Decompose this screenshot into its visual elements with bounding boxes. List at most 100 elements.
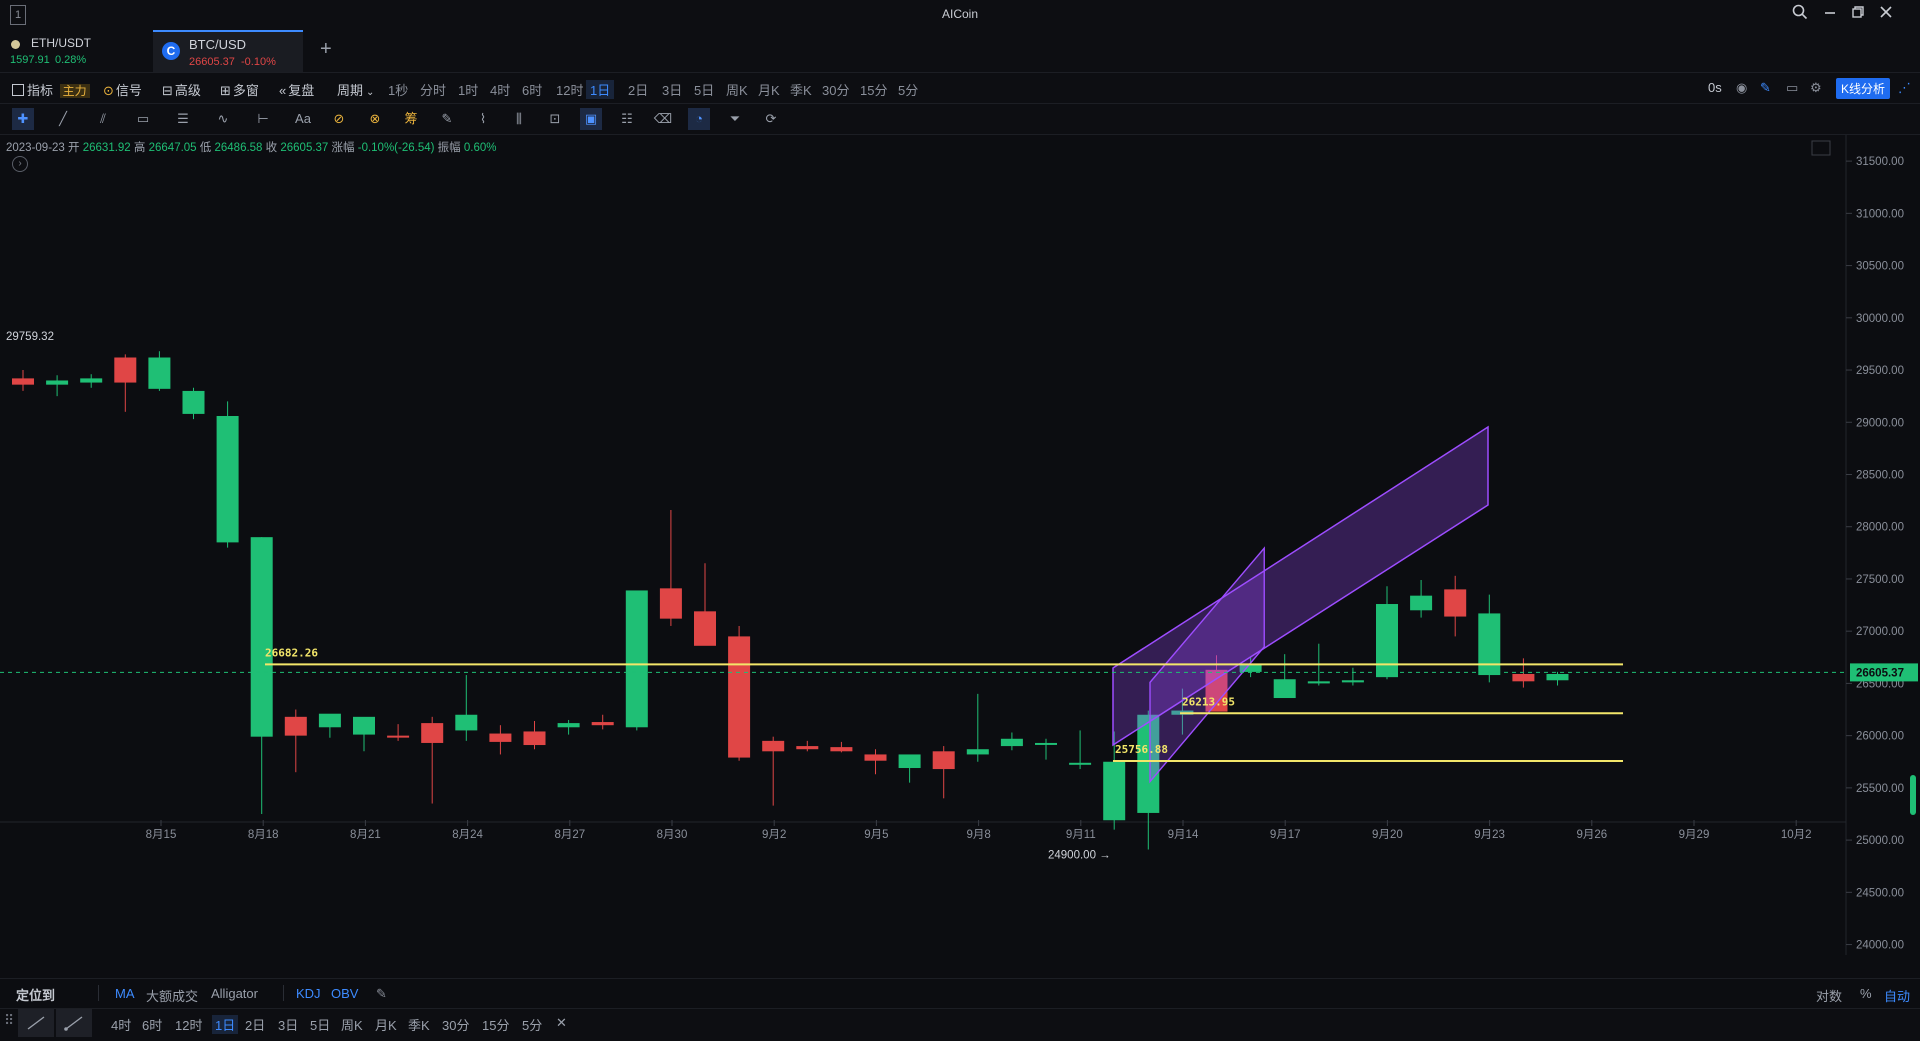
percent-toggle[interactable]: % — [1860, 986, 1872, 1001]
camera-icon[interactable]: ◉ — [1736, 80, 1747, 96]
period-4[interactable]: 6时 — [522, 80, 542, 99]
bottom-period-9[interactable]: 季K — [408, 1015, 430, 1034]
sync-icon[interactable]: ⟳ — [760, 108, 782, 130]
kline-analysis-button[interactable]: K线分析 — [1836, 78, 1891, 99]
wave-icon[interactable]: ∿ — [212, 108, 234, 130]
pen-icon[interactable]: ✎ — [1760, 80, 1771, 96]
period-13[interactable]: 30分 — [822, 80, 849, 99]
multiwindow-button[interactable]: ⊞ 多窗 — [220, 80, 259, 99]
indicator-button[interactable]: 指标 主力 — [12, 80, 90, 99]
measure-icon[interactable]: ⊢ — [252, 108, 274, 130]
layer-icon[interactable]: ▣ — [580, 108, 602, 130]
bottom-period-10[interactable]: 30分 — [442, 1015, 469, 1034]
candle-body — [1307, 681, 1330, 684]
period-9[interactable]: 5日 — [694, 80, 714, 99]
candle-body — [557, 723, 580, 728]
period-1[interactable]: 分时 — [420, 80, 446, 99]
period-12[interactable]: 季K — [790, 80, 812, 99]
share-icon[interactable]: ⋰ — [1898, 80, 1911, 96]
bottom-period-7[interactable]: 周K — [341, 1015, 363, 1034]
period-2[interactable]: 1时 — [458, 80, 478, 99]
period-14[interactable]: 15分 — [860, 80, 887, 99]
multiwindow-label: 多窗 — [232, 83, 259, 98]
bottom-period-1[interactable]: 6时 — [142, 1015, 162, 1034]
minimize-icon[interactable] — [1818, 4, 1842, 26]
candle-body — [1444, 589, 1467, 617]
level-label: 26682.26 — [265, 646, 318, 659]
period-11[interactable]: 月K — [758, 80, 780, 99]
candle-body — [318, 713, 341, 728]
log-scale-toggle[interactable]: 对数 — [1816, 986, 1842, 1005]
signal-button[interactable]: ⊙ 信号 — [103, 80, 142, 99]
bottom-period-6[interactable]: 5日 — [310, 1015, 330, 1034]
bottom-period-11[interactable]: 15分 — [482, 1015, 509, 1034]
search-icon[interactable] — [1788, 4, 1812, 26]
period-0[interactable]: 1秒 — [388, 80, 408, 99]
line-tool-icon[interactable]: ╱ — [52, 108, 74, 130]
period-7[interactable]: 2日 — [628, 80, 648, 99]
hline-icon[interactable]: ☰ — [172, 108, 194, 130]
close-period-bar-icon[interactable]: ✕ — [556, 1015, 567, 1031]
fib-icon[interactable]: ⊘ — [328, 108, 350, 130]
advanced-button[interactable]: ⊟ 高级 — [162, 80, 201, 99]
candle-body — [830, 747, 853, 752]
bars-icon[interactable]: ⫼ — [508, 108, 530, 130]
indicator-ma[interactable]: MA — [115, 986, 135, 1001]
window-icon[interactable]: ▭ — [1786, 80, 1798, 96]
period-3[interactable]: 4时 — [490, 80, 510, 99]
bottom-period-8[interactable]: 月K — [375, 1015, 397, 1034]
period-8[interactable]: 3日 — [662, 80, 682, 99]
period-dropdown[interactable]: 周期 ⌄ — [337, 80, 374, 99]
parallel-tool-icon[interactable]: ⫽ — [92, 108, 114, 130]
locate-button[interactable]: 定位到 — [16, 985, 55, 1004]
restore-icon[interactable] — [1846, 4, 1870, 26]
indicator-kdj[interactable]: KDJ — [296, 986, 321, 1001]
trash-icon[interactable]: ⌫ — [652, 108, 674, 130]
lock-icon[interactable]: ⊡ — [544, 108, 566, 130]
chips-icon[interactable]: 筹 — [400, 108, 422, 130]
bottom-period-4[interactable]: 2日 — [245, 1015, 265, 1034]
gear-icon[interactable]: ⚙ — [1810, 80, 1822, 96]
bottom-period-0[interactable]: 4时 — [111, 1015, 131, 1034]
close-icon[interactable] — [1874, 4, 1898, 26]
tab-price: 1597.91 — [10, 54, 50, 66]
draw-line-tool[interactable] — [18, 1009, 54, 1037]
draw-ray-tool[interactable] — [56, 1009, 92, 1037]
period-15[interactable]: 5分 — [898, 80, 918, 99]
locate-label: 定位到 — [16, 988, 56, 1003]
indicator-alligator[interactable]: Alligator — [211, 986, 258, 1001]
tab-eth-usdt[interactable]: ETH/USDT 1597.91 0.28% — [0, 32, 150, 72]
gann-icon[interactable]: ⊗ — [364, 108, 386, 130]
candle-body — [1273, 679, 1296, 699]
bottom-period-12[interactable]: 5分 — [522, 1015, 542, 1034]
candlestick-chart[interactable]: 31500.00 31000.00 30500.00 30000.00 29500.00… — [0, 135, 1920, 955]
text-icon[interactable]: Aa — [292, 108, 314, 130]
bottom-period-3[interactable]: 1日 — [212, 1015, 239, 1034]
x-tick-label: 9月14 — [1168, 829, 1199, 841]
period-5[interactable]: 12时 — [556, 80, 583, 99]
filter-icon[interactable]: ⏷ — [724, 108, 746, 130]
edit-icon[interactable]: ✎ — [376, 986, 387, 1002]
indicator-large-volume[interactable]: 大额成交 — [146, 986, 198, 1005]
rectangle-icon[interactable]: ▭ — [132, 108, 154, 130]
tab-btc-usd[interactable]: C BTC/USD 26605.37 -0.10% — [153, 30, 303, 72]
y-tick-label: 27000.00 — [1856, 626, 1904, 638]
template-icon[interactable]: ☷ — [616, 108, 638, 130]
indicator-obv[interactable]: OBV — [331, 986, 358, 1001]
bottom-period-2[interactable]: 12时 — [175, 1015, 202, 1034]
brush-icon[interactable]: ⌇ — [472, 108, 494, 130]
candle-body — [182, 390, 205, 414]
ruler-icon[interactable]: ✎ — [436, 108, 458, 130]
candle-body — [12, 378, 34, 385]
candle-body — [932, 751, 955, 770]
new-tab-button[interactable]: + — [320, 38, 332, 61]
eth-dot-icon — [11, 40, 20, 49]
replay-button[interactable]: «复盘 — [279, 80, 314, 99]
magnet-icon[interactable]: ◔ — [688, 108, 710, 130]
drag-handle-icon[interactable]: ⠿ — [4, 1012, 14, 1029]
period-10[interactable]: 周K — [726, 80, 748, 99]
auto-scale-toggle[interactable]: 自动 — [1884, 986, 1910, 1005]
crosshair-icon[interactable]: ✚ — [12, 108, 34, 130]
period-6[interactable]: 1日 — [586, 80, 615, 99]
bottom-period-5[interactable]: 3日 — [278, 1015, 298, 1034]
